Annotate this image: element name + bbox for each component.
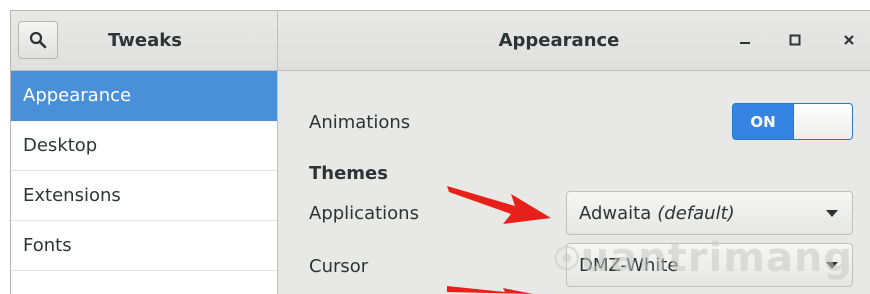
sidebar-item-desktop[interactable]: Desktop [11, 121, 277, 171]
sidebar-item-label: Desktop [23, 135, 98, 156]
minimize-icon [740, 42, 750, 44]
sidebar-item-label: Appearance [23, 85, 132, 106]
sidebar-header: Tweaks [11, 11, 278, 71]
cursor-label: Cursor [309, 256, 369, 277]
sidebar-title: Tweaks [108, 30, 182, 51]
search-button[interactable] [18, 21, 58, 59]
search-icon [29, 31, 47, 49]
animations-label: Animations [309, 112, 411, 133]
sidebar: Appearance Desktop Extensions Fonts [11, 71, 278, 294]
close-button[interactable] [836, 27, 862, 53]
watermark-logo-icon [554, 245, 580, 271]
default-tag: (default) [657, 202, 735, 224]
sidebar-item-fonts[interactable]: Fonts [11, 221, 277, 271]
sidebar-item-appearance[interactable]: Appearance [11, 71, 277, 121]
main-header: Appearance [278, 11, 870, 71]
close-icon [844, 35, 854, 45]
applications-label: Applications [309, 203, 419, 224]
annotation-arrow-icon [447, 186, 551, 224]
sidebar-item-label: Extensions [23, 185, 121, 206]
sidebar-item-extensions[interactable]: Extensions [11, 171, 277, 221]
animations-switch[interactable]: ON [732, 103, 853, 140]
annotation-arrow-icon [447, 286, 533, 294]
switch-knob[interactable] [793, 104, 852, 139]
sidebar-item-label: Fonts [23, 235, 72, 256]
watermark: uantrimang [553, 228, 853, 288]
chevron-down-icon [826, 210, 838, 217]
header-bar: Tweaks Appearance [11, 11, 870, 71]
switch-on-label: ON [750, 112, 776, 131]
maximize-icon [789, 34, 801, 46]
maximize-button[interactable] [782, 27, 808, 53]
applications-theme-value: Adwaita [579, 202, 652, 224]
minimize-button[interactable] [732, 27, 758, 53]
watermark-text: uantrimang [580, 235, 853, 281]
themes-heading: Themes [309, 163, 388, 184]
